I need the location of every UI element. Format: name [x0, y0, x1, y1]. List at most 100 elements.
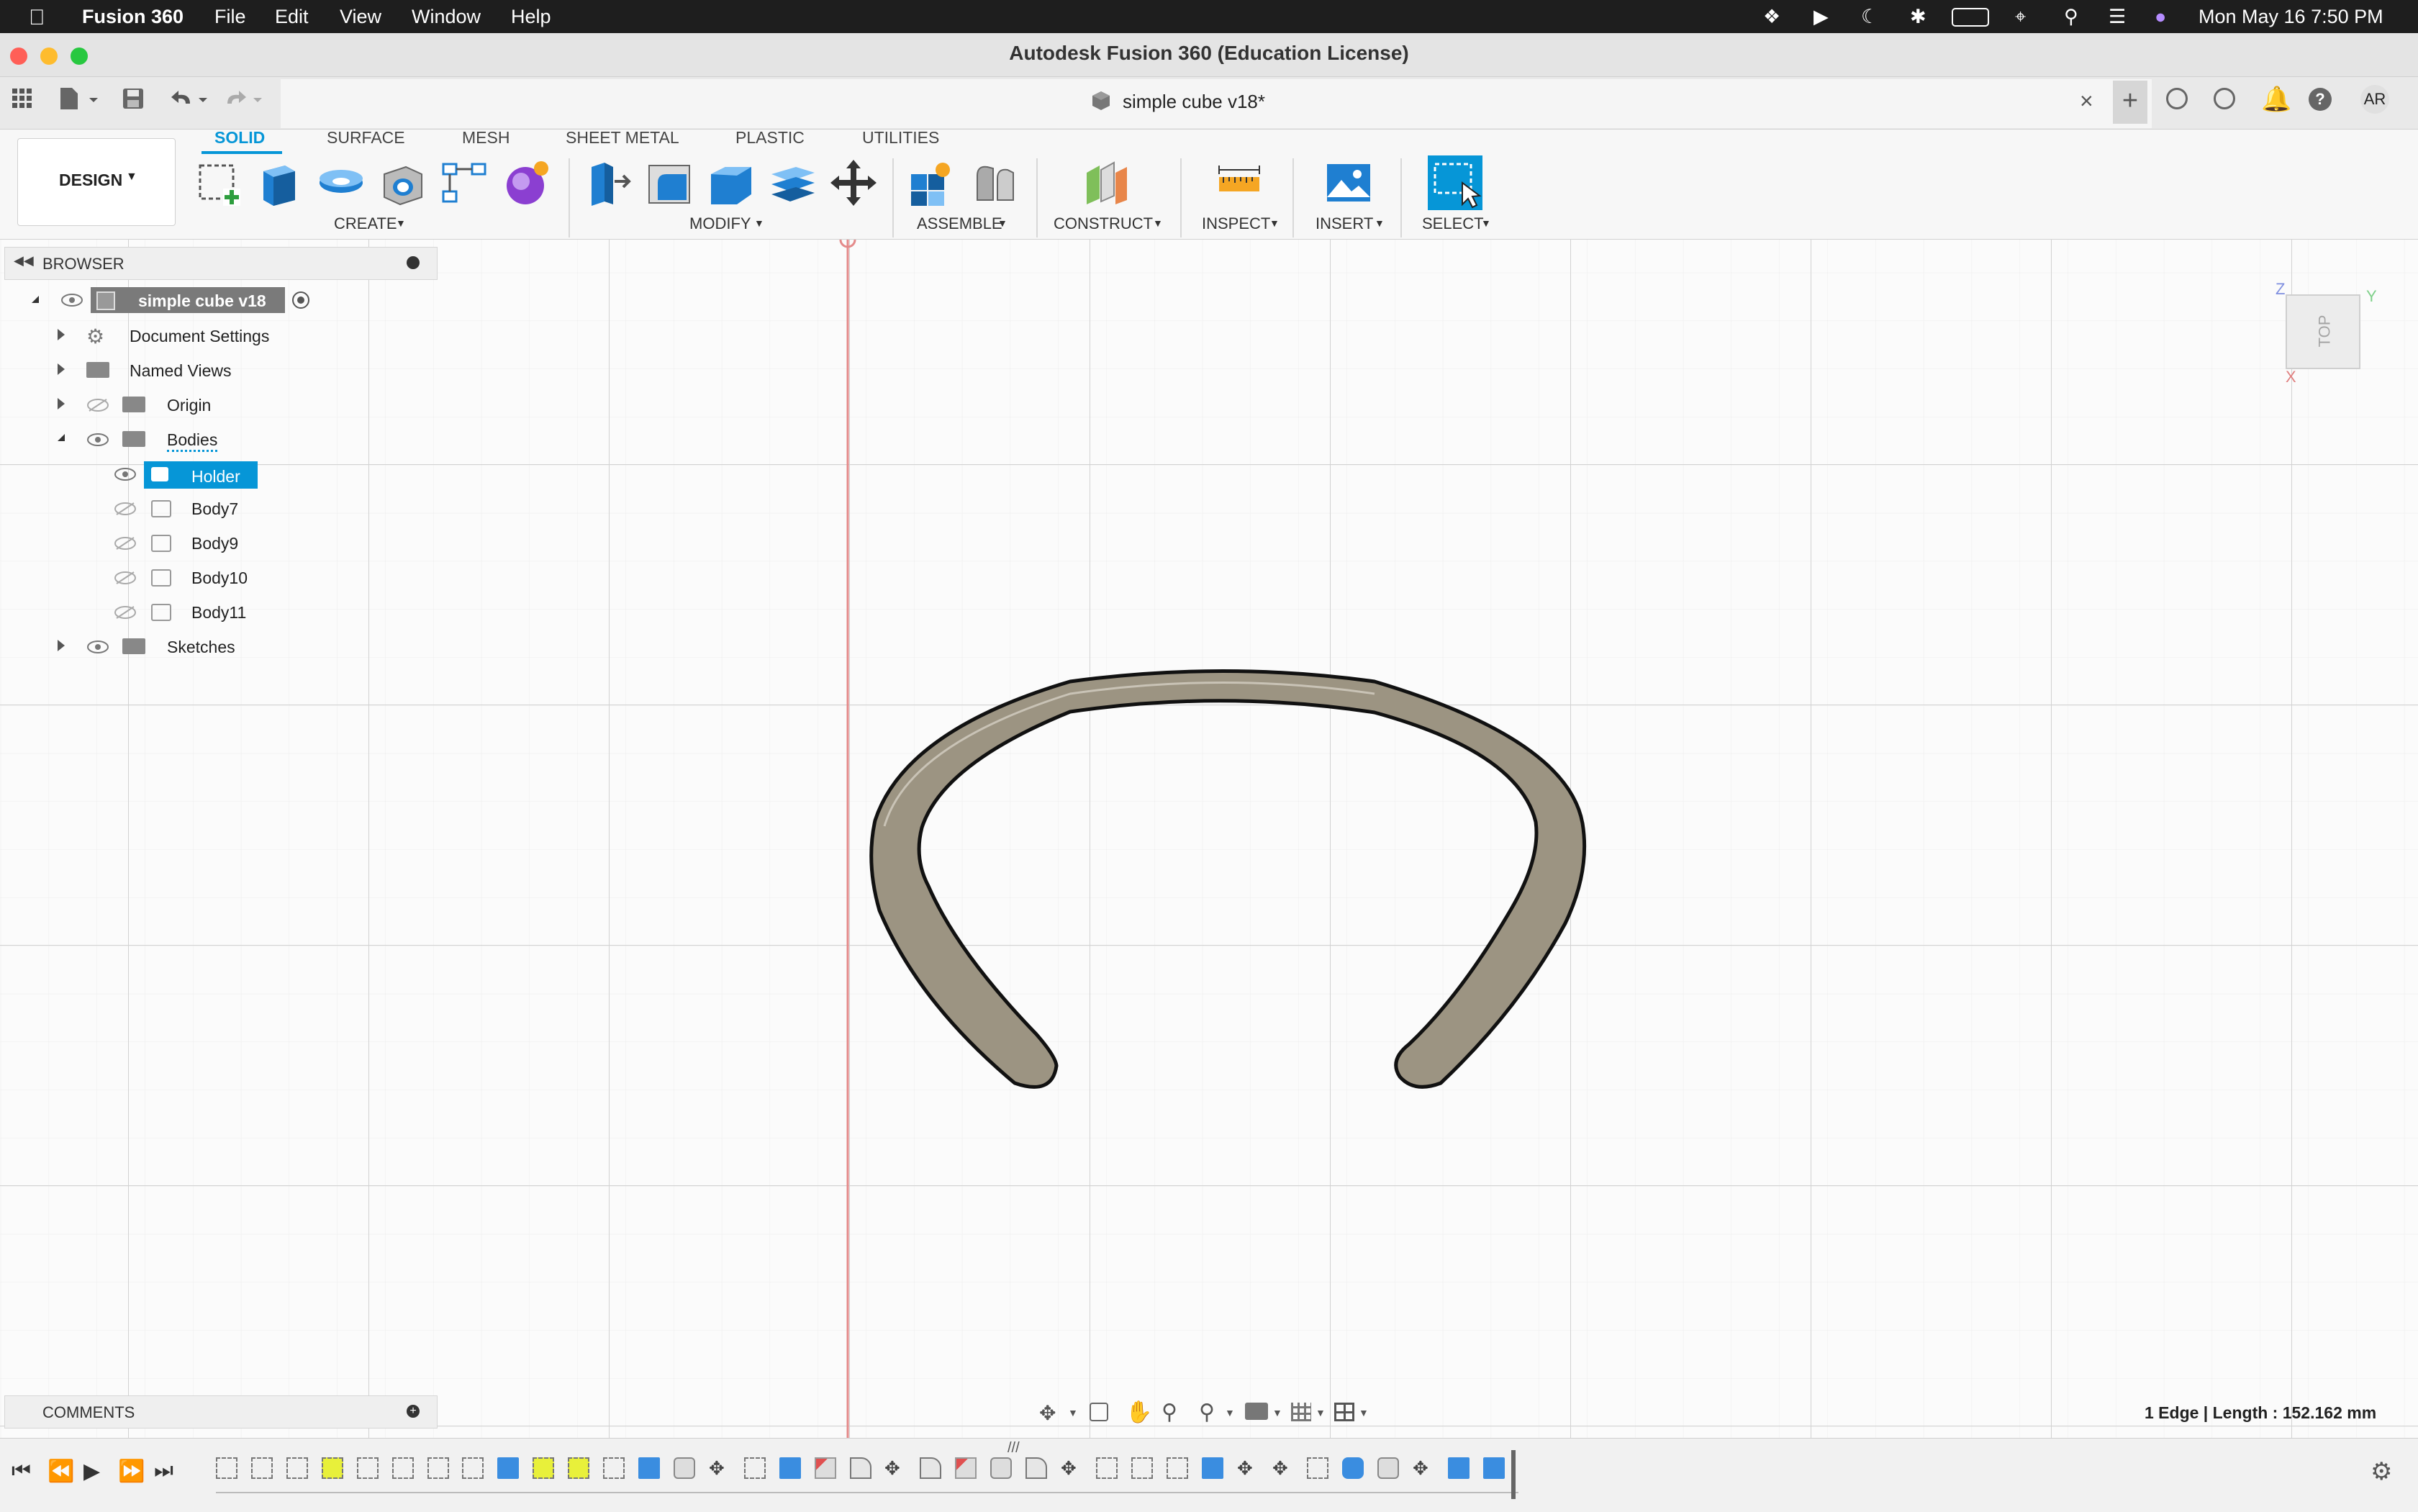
browser-item-body7[interactable]: Body7	[191, 499, 238, 519]
timeline-feature-body-icon[interactable]	[497, 1457, 519, 1479]
timeline-feature-body-icon[interactable]	[1202, 1457, 1223, 1479]
timeline-feature-sketch-icon[interactable]	[322, 1457, 343, 1479]
measure-icon[interactable]	[1213, 157, 1265, 209]
timeline-feature-fillet-icon[interactable]	[1025, 1457, 1047, 1479]
tab-surface[interactable]: SURFACE	[327, 128, 405, 148]
tab-sheet-metal[interactable]: SHEET METAL	[566, 128, 679, 148]
select-window-icon[interactable]	[1428, 155, 1482, 210]
group-modify[interactable]: MODIFY	[689, 214, 751, 233]
pan-hand-icon[interactable]: ✋	[1126, 1400, 1152, 1425]
hole-icon[interactable]	[377, 157, 429, 209]
timeline-feature-move-icon[interactable]: ✥	[1061, 1457, 1082, 1479]
expand-triangle-icon[interactable]	[58, 363, 65, 375]
pin-icon[interactable]	[407, 256, 420, 269]
menu-edit[interactable]: Edit	[275, 6, 309, 28]
timeline-feature-sketch-icon[interactable]	[1096, 1457, 1118, 1479]
new-tab-plus-icon[interactable]: +	[2113, 81, 2147, 124]
redo-icon[interactable]	[223, 86, 269, 114]
expand-triangle-icon[interactable]	[58, 640, 65, 651]
browser-item-sketches[interactable]: Sketches	[167, 638, 235, 657]
tab-plastic[interactable]: PLASTIC	[735, 128, 805, 148]
hidden-eye-icon[interactable]	[86, 398, 109, 412]
timeline-feature-sketch-icon[interactable]	[1167, 1457, 1188, 1479]
timeline-feature-sketch-icon[interactable]	[568, 1457, 589, 1479]
undo-icon[interactable]	[168, 86, 214, 114]
moon-icon[interactable]: ☾	[1861, 6, 1878, 28]
shell-icon[interactable]	[767, 157, 819, 209]
rectangular-pattern-icon[interactable]	[439, 157, 491, 209]
tab-mesh[interactable]: MESH	[462, 128, 510, 148]
timeline-feature-sketch-icon[interactable]	[1307, 1457, 1328, 1479]
save-icon[interactable]	[121, 86, 145, 114]
tab-solid[interactable]: SOLID	[214, 128, 265, 148]
visibility-eye-icon[interactable]	[86, 640, 109, 654]
play-icon[interactable]: ▶	[83, 1459, 100, 1484]
play-icon[interactable]: ▶	[1814, 6, 1829, 28]
timeline-feature-move-icon[interactable]: ✥	[884, 1457, 906, 1479]
timeline-feature-sketch-icon[interactable]	[533, 1457, 554, 1479]
timeline-feature-move-icon[interactable]: ✥	[1237, 1457, 1259, 1479]
expand-triangle-icon[interactable]	[58, 434, 65, 441]
browser-root-node[interactable]: simple cube v18	[91, 287, 285, 313]
press-pull-icon[interactable]	[581, 157, 633, 209]
visibility-eye-icon[interactable]	[60, 293, 83, 307]
timeline-feature-fillet-icon[interactable]	[850, 1457, 871, 1479]
hidden-eye-icon[interactable]	[114, 502, 137, 516]
spotlight-search-icon[interactable]: ⚲	[2064, 6, 2078, 28]
browser-header[interactable]: ◀◀ BROWSER	[4, 247, 438, 280]
visibility-eye-icon[interactable]	[114, 467, 137, 481]
data-panel-grid-icon[interactable]	[12, 88, 33, 109]
notifications-bell-icon[interactable]: 🔔	[2261, 85, 2291, 114]
timeline-feature-sketch-icon[interactable]	[744, 1457, 766, 1479]
timeline-feature-move-icon[interactable]: ✥	[709, 1457, 730, 1479]
timeline-feature-move-icon[interactable]: ✥	[1272, 1457, 1294, 1479]
timeline-feature-split-icon[interactable]	[815, 1457, 836, 1479]
chevron-down-icon[interactable]: ▼	[1359, 1407, 1369, 1418]
menu-file[interactable]: File	[214, 6, 246, 28]
timeline-feature-sketch-icon[interactable]	[1131, 1457, 1153, 1479]
dropbox-icon[interactable]: ❖	[1763, 6, 1780, 28]
activate-radio-icon[interactable]	[292, 291, 309, 309]
timeline-marker[interactable]	[1511, 1450, 1516, 1499]
hidden-eye-icon[interactable]	[114, 605, 137, 620]
extrude-icon[interactable]	[253, 157, 305, 209]
timeline-feature-move-icon[interactable]: ✥	[1413, 1457, 1434, 1479]
timeline-feature-sketch-icon[interactable]	[603, 1457, 625, 1479]
comments-panel-header[interactable]: COMMENTS +	[4, 1395, 438, 1429]
zoom-icon[interactable]: ⚲	[1162, 1400, 1177, 1425]
timeline-feature-split-icon[interactable]	[955, 1457, 977, 1479]
look-at-icon[interactable]	[1090, 1403, 1108, 1421]
chevron-down-icon[interactable]: ▼	[1225, 1407, 1235, 1418]
menu-help[interactable]: Help	[511, 6, 551, 28]
user-avatar[interactable]: AR	[2360, 85, 2389, 114]
orbit-icon[interactable]: ✥	[1039, 1401, 1056, 1425]
collapse-browser-icon[interactable]: ◀◀	[14, 253, 34, 268]
help-icon[interactable]: ?	[2309, 88, 2332, 111]
group-assemble[interactable]: ASSEMBLE	[917, 214, 1002, 233]
browser-item-origin[interactable]: Origin	[167, 396, 211, 415]
tab-utilities[interactable]: UTILITIES	[862, 128, 939, 148]
browser-item-bodies[interactable]: Bodies	[167, 430, 218, 452]
new-component-icon[interactable]	[904, 157, 956, 209]
create-form-icon[interactable]	[501, 157, 553, 209]
app-menu[interactable]: Fusion 360	[82, 6, 184, 28]
group-inspect[interactable]: INSPECT	[1202, 214, 1270, 233]
grid-settings-icon[interactable]	[1291, 1403, 1311, 1421]
timeline-settings-gear-icon[interactable]: ⚙	[2371, 1457, 2392, 1486]
go-to-end-icon[interactable]: ⏭	[154, 1459, 173, 1483]
viewcube[interactable]: TOP	[2286, 294, 2360, 369]
browser-item-holder[interactable]: Holder	[144, 461, 258, 489]
browser-item-body11[interactable]: Body11	[191, 603, 246, 623]
revolve-icon[interactable]	[315, 157, 367, 209]
hidden-eye-icon[interactable]	[114, 571, 137, 585]
timeline-feature-sketch-icon[interactable]	[216, 1457, 237, 1479]
display-settings-icon[interactable]	[1245, 1403, 1268, 1420]
document-tab[interactable]: simple cube v18* ×	[281, 79, 2152, 128]
expand-triangle-icon[interactable]	[32, 296, 39, 303]
menu-clock[interactable]: Mon May 16 7:50 PM	[2199, 6, 2383, 28]
timeline-feature-sketch-icon[interactable]	[286, 1457, 308, 1479]
expand-triangle-icon[interactable]	[58, 398, 65, 409]
insert-canvas-image-icon[interactable]	[1323, 157, 1375, 209]
chevron-down-icon[interactable]: ▼	[1068, 1407, 1078, 1418]
timeline-feature-sketch-icon[interactable]	[357, 1457, 379, 1479]
